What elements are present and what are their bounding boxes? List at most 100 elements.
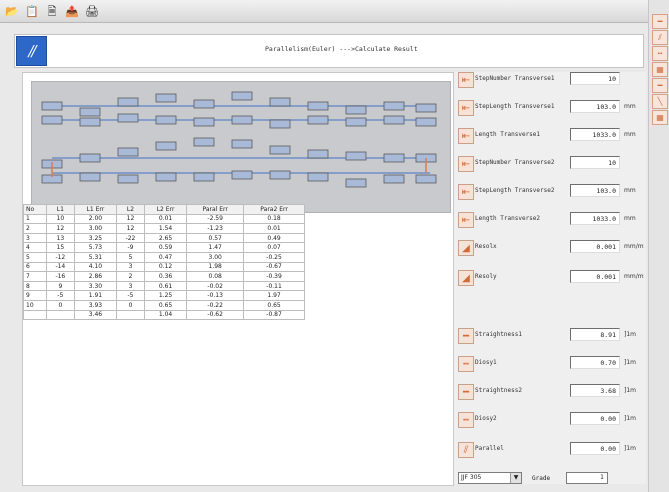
table-cell: 9 <box>23 290 47 301</box>
step-length-icon: ⇤ <box>458 184 474 200</box>
result-table: No L1 L1 Err L2 L2 Err Paral Err Para2 E… <box>23 204 305 321</box>
table-cell: 4.10 <box>73 261 118 273</box>
table-cell: 13 <box>46 232 75 244</box>
table-cell: 10 <box>46 213 75 225</box>
table-cell: 1.91 <box>73 290 118 301</box>
table-cell: -0.67 <box>243 261 305 273</box>
table-row: 2 12 3.00 12 1.54 -1.23 0.01 <box>23 223 305 234</box>
straightness-icon[interactable]: ━ <box>652 14 668 29</box>
table-cell: 3.00 <box>186 251 245 263</box>
grid-icon[interactable]: ▦ <box>652 62 668 77</box>
result-row-straightness2: ━ Straightness2 3.68 ]1m <box>458 384 644 400</box>
table-cell: 2.86 <box>73 271 118 282</box>
diosy-icon: ┅ <box>458 412 474 428</box>
column-header: L2 <box>116 204 145 215</box>
table-cell: 5.31 <box>73 251 118 263</box>
table-cell: 15 <box>46 242 75 253</box>
table-cell: 8 <box>23 280 47 292</box>
param-row-steplength-t2: ⇤ StepLength Transverse2 103.0 mm <box>458 184 644 200</box>
table-cell: -12 <box>46 251 75 263</box>
param-row-resolx: ◢ Resolx 0.001 mm/m <box>458 240 644 256</box>
table-cell: 4 <box>23 242 47 253</box>
straightness-icon: ━ <box>458 384 474 400</box>
table-cell: 3.46 <box>73 309 118 321</box>
chevron-down-icon[interactable]: ▼ <box>510 473 521 483</box>
table-cell: 0.18 <box>243 213 305 225</box>
param-row-stepnumber-t2: ⇤ StepNumber Transverse2 10 <box>458 156 644 172</box>
column-header: L1 <box>46 204 75 215</box>
standard-select[interactable]: JJF 305 ▼ <box>458 472 522 484</box>
copy-icon[interactable]: 📋 <box>24 3 40 19</box>
table-cell: -0.62 <box>186 309 245 321</box>
table-cell: 0.01 <box>243 223 305 234</box>
table-cell: 5 <box>23 251 47 263</box>
table-header-row: No L1 L1 Err L2 L2 Err Paral Err Para2 E… <box>23 204 305 215</box>
table-cell: 1 <box>23 213 47 225</box>
table-row: 9 -5 1.91 -5 1.25 -0.13 1.97 <box>23 290 305 301</box>
export-icon[interactable]: 📤 <box>64 3 80 19</box>
table-cell: 9 <box>46 280 75 292</box>
table-cell: 2.00 <box>73 213 118 225</box>
table-cell: 0.12 <box>143 261 188 273</box>
table-cell: 2 <box>23 223 47 234</box>
table-cell: 12 <box>116 223 145 234</box>
column-header: Para2 Err <box>243 204 305 215</box>
diosy-icon[interactable]: ┅ <box>652 46 668 61</box>
param-row-stepnumber-t1: ⇤ StepNumber Transverse1 10 <box>458 72 644 88</box>
table-cell: 0.36 <box>143 271 188 282</box>
parallel-icon[interactable]: ⫽ <box>652 30 668 45</box>
diagonal-icon[interactable]: ╲ <box>652 94 668 109</box>
step-number-icon: ⇤ <box>458 72 474 88</box>
param-row-steplength-t1: ⇤ StepLength Transverse1 103.0 mm <box>458 100 644 116</box>
grade-field[interactable]: 1 <box>566 472 608 484</box>
table-cell: -0.02 <box>186 280 245 292</box>
result-row-diosy2: ┅ Diosy2 0.00 ]1m <box>458 412 644 428</box>
table-cell: -0.39 <box>243 271 305 282</box>
table-cell <box>46 309 75 321</box>
grid-icon[interactable]: ▦ <box>652 110 668 125</box>
straightness-icon: ━ <box>458 328 474 344</box>
measurement-diagram <box>31 81 451 213</box>
table-cell: 0.57 <box>186 232 245 244</box>
table-cell: -16 <box>46 271 75 282</box>
table-cell: -0.13 <box>186 290 245 301</box>
table-cell: 0.65 <box>243 299 305 311</box>
print-icon[interactable]: 🖨 <box>84 3 100 19</box>
scan-icon[interactable]: 🗎 <box>44 3 60 19</box>
table-row: 1 10 2.00 12 0.01 -2.59 0.18 <box>23 213 305 225</box>
toolbar: 📂 📋 🗎 📤 🖨 <box>0 0 648 23</box>
diosy-icon: ┅ <box>458 356 474 372</box>
table-cell: -0.22 <box>186 299 245 311</box>
param-row-length-t2: ⇤ Length Transverse2 1033.0 mm <box>458 212 644 228</box>
result-row-parallel: ⫽ Parallel 0.00 ]1m <box>458 442 644 458</box>
table-cell: -5 <box>46 290 75 301</box>
table-cell: 0.49 <box>243 232 305 244</box>
table-row: 3.46 1.04 -0.62 -0.87 <box>23 309 305 321</box>
page-title: Parallelism(Euler) --->Calculate Result <box>265 45 418 53</box>
table-cell: 2 <box>116 271 145 282</box>
table-cell: 1.98 <box>186 261 245 273</box>
param-row-length-t1: ⇤ Length Transverse1 1033.0 mm <box>458 128 644 144</box>
table-cell: 3.93 <box>73 299 118 311</box>
open-icon[interactable]: 📂 <box>4 3 20 19</box>
table-cell: 12 <box>46 223 75 234</box>
table-cell: 0.61 <box>143 280 188 292</box>
table-cell: 0.07 <box>243 242 305 253</box>
table-cell: 0.59 <box>143 242 188 253</box>
table-cell: 1.04 <box>143 309 188 321</box>
straightness-icon[interactable]: ━ <box>652 78 668 93</box>
parallel-logo: // <box>16 36 47 66</box>
side-toolbar: ━ ⫽ ┅ ▦ ━ ╲ ▦ <box>648 0 669 492</box>
table-cell: 12 <box>116 213 145 225</box>
table-cell: -2.59 <box>186 213 245 225</box>
table-row: 8 9 3.30 3 0.61 -0.02 -0.11 <box>23 280 305 292</box>
table-cell: 0.08 <box>186 271 245 282</box>
table-cell: 0 <box>116 299 145 311</box>
step-length-icon: ⇤ <box>458 100 474 116</box>
table-cell <box>116 309 145 321</box>
table-row: 10 0 3.93 0 0.65 -0.22 0.65 <box>23 299 305 311</box>
table-cell: -9 <box>116 242 145 253</box>
param-row-resoly: ◢ Resoly 0.001 mm/m <box>458 270 644 286</box>
table-cell: 3 <box>23 232 47 244</box>
table-cell: 3.30 <box>73 280 118 292</box>
